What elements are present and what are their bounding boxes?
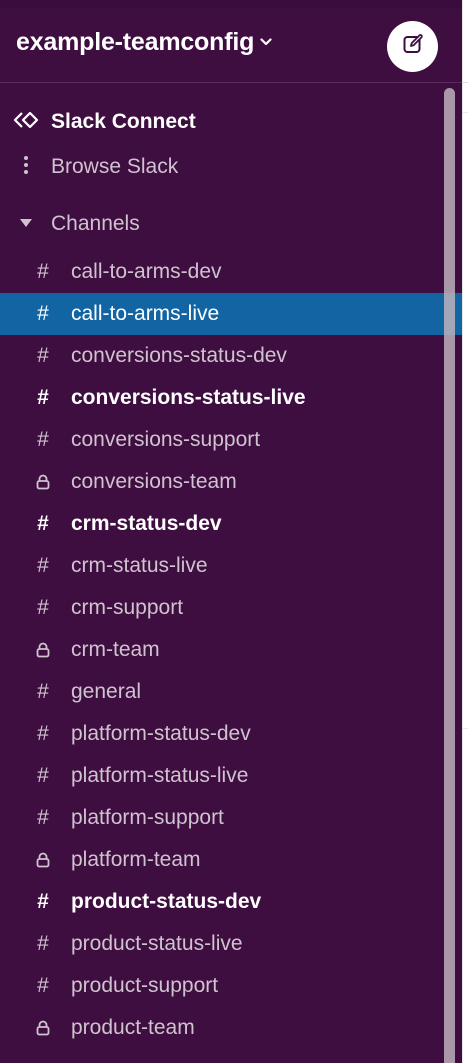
- hash-icon: #: [37, 596, 49, 619]
- hash-icon: #: [37, 554, 49, 577]
- channel-name: conversions-status-live: [71, 386, 306, 409]
- channel-item[interactable]: product-team: [0, 1007, 462, 1049]
- nav-browse-slack-label: Browse Slack: [51, 155, 179, 178]
- channel-item[interactable]: # call-to-arms-dev: [0, 251, 462, 293]
- hash-icon: #: [37, 428, 49, 451]
- channel-name: product-team: [71, 1016, 195, 1039]
- channel-name: call-to-arms-dev: [71, 260, 222, 283]
- hash-icon: #: [37, 722, 49, 745]
- more-vertical-icon: [12, 155, 40, 180]
- nav-browse-slack[interactable]: Browse Slack: [0, 147, 462, 187]
- channel-name: crm-support: [71, 596, 184, 619]
- slack-window: example-teamconfig Slack Connect Browse …: [0, 0, 468, 1063]
- channel-name: crm-status-live: [71, 554, 208, 577]
- channel-item[interactable]: # platform-status-dev: [0, 713, 462, 755]
- caret-down-icon: [12, 215, 40, 233]
- channel-item[interactable]: # conversions-status-live: [0, 377, 462, 419]
- nav-slack-connect[interactable]: Slack Connect: [0, 102, 462, 142]
- slack-connect-icon: [12, 111, 40, 134]
- hash-icon: #: [37, 764, 49, 787]
- lock-icon: [30, 461, 56, 503]
- workspace-switcher[interactable]: example-teamconfig: [16, 28, 272, 57]
- lock-icon: [30, 1007, 56, 1049]
- channel-name: general: [71, 680, 142, 703]
- channel-name: crm-status-dev: [71, 512, 222, 535]
- channel-item[interactable]: # crm-status-dev: [0, 503, 462, 545]
- workspace-header: example-teamconfig: [0, 8, 462, 83]
- channel-item[interactable]: # product-status-live: [0, 923, 462, 965]
- channel-item[interactable]: # call-to-arms-live: [0, 293, 462, 335]
- channel-name: platform-status-live: [71, 764, 249, 787]
- chevron-down-icon: [260, 33, 272, 49]
- channel-name: conversions-team: [71, 470, 237, 493]
- channels-section-toggle[interactable]: Channels: [0, 204, 462, 244]
- scrollbar[interactable]: [444, 88, 455, 1063]
- channel-item[interactable]: crm-team: [0, 629, 462, 671]
- channel-name: platform-support: [71, 806, 224, 829]
- channel-item[interactable]: # general: [0, 671, 462, 713]
- channels-section-label: Channels: [51, 212, 140, 235]
- top-strip: [0, 0, 462, 8]
- hash-icon: #: [37, 512, 49, 535]
- channel-item[interactable]: conversions-team: [0, 461, 462, 503]
- hash-icon: #: [37, 974, 49, 997]
- compose-button[interactable]: [387, 21, 438, 72]
- hash-icon: #: [37, 260, 49, 283]
- channel-name: conversions-status-dev: [71, 344, 287, 367]
- compose-icon: [401, 32, 425, 61]
- nav-slack-connect-label: Slack Connect: [51, 110, 196, 133]
- channel-item[interactable]: platform-team: [0, 839, 462, 881]
- channel-item[interactable]: # crm-support: [0, 587, 462, 629]
- channel-name: call-to-arms-live: [71, 302, 220, 325]
- channel-item[interactable]: # platform-status-live: [0, 755, 462, 797]
- channel-name: crm-team: [71, 638, 160, 661]
- channel-name: platform-status-dev: [71, 722, 251, 745]
- channel-name: product-status-dev: [71, 890, 262, 913]
- channel-item[interactable]: # product-support: [0, 965, 462, 1007]
- sidebar: example-teamconfig Slack Connect Browse …: [0, 0, 462, 1063]
- main-pane-edge: [462, 0, 468, 1063]
- channel-item[interactable]: # conversions-status-dev: [0, 335, 462, 377]
- channel-name: platform-team: [71, 848, 201, 871]
- workspace-name: example-teamconfig: [16, 28, 255, 56]
- hash-icon: #: [37, 680, 49, 703]
- lock-icon: [30, 839, 56, 881]
- hash-icon: #: [37, 386, 49, 409]
- channel-item[interactable]: # product-status-dev: [0, 881, 462, 923]
- lock-icon: [30, 629, 56, 671]
- channel-item[interactable]: # platform-support: [0, 797, 462, 839]
- hash-icon: #: [37, 890, 49, 913]
- hash-icon: #: [37, 344, 49, 367]
- channel-item[interactable]: # conversions-support: [0, 419, 462, 461]
- channel-name: conversions-support: [71, 428, 261, 451]
- hash-icon: #: [37, 806, 49, 829]
- channel-item[interactable]: # crm-status-live: [0, 545, 462, 587]
- hash-icon: #: [37, 932, 49, 955]
- hash-icon: #: [37, 302, 49, 325]
- channel-name: product-status-live: [71, 932, 243, 955]
- channel-name: product-support: [71, 974, 219, 997]
